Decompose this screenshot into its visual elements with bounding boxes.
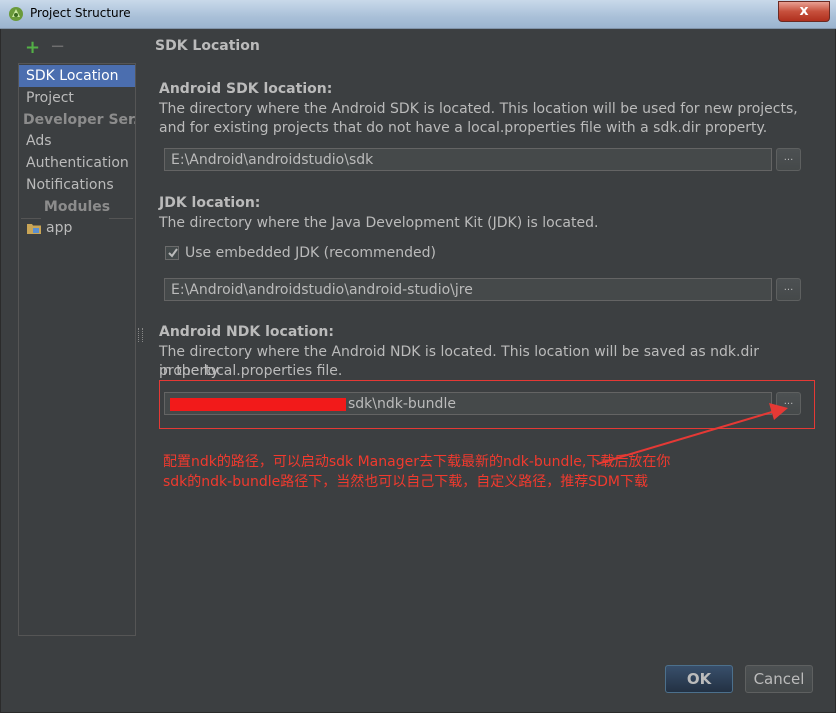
annotation-text-line2: sdk的ndk-bundle路径下，当然也可以自己下载，自定义路径，推荐SDM下… xyxy=(163,474,648,490)
cancel-button[interactable]: Cancel xyxy=(745,665,813,693)
annotation-arrow xyxy=(596,403,788,465)
ok-button[interactable]: OK xyxy=(665,665,733,693)
annotation-text-line1: 配置ndk的路径，可以启动sdk Manager去下载最新的ndk-bundle… xyxy=(163,454,671,470)
